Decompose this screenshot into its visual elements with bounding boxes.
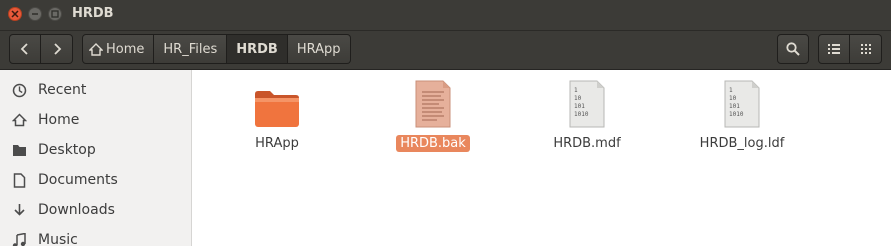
list-view-button[interactable] xyxy=(818,34,850,64)
sidebar-item-label: Documents xyxy=(38,172,118,188)
view-toggle-group xyxy=(818,34,882,64)
window-title: HRDB xyxy=(72,6,114,21)
folder-icon xyxy=(11,142,27,158)
sidebar-item-documents[interactable]: Documents xyxy=(0,165,191,195)
list-view-icon xyxy=(828,44,840,54)
grid-view-icon xyxy=(860,44,871,54)
svg-text:1: 1 xyxy=(574,87,578,94)
file-name: HRDB.bak xyxy=(396,135,470,152)
download-icon xyxy=(11,202,27,218)
svg-text:101: 101 xyxy=(729,103,740,110)
binary-file-icon: 1 10 101 1010 xyxy=(567,78,607,128)
file-name: HRApp xyxy=(255,136,299,151)
svg-text:1010: 1010 xyxy=(729,111,744,118)
sidebar-item-label: Downloads xyxy=(38,202,115,218)
breadcrumb: Home HR_Files HRDB HRApp xyxy=(82,34,351,64)
clock-icon xyxy=(11,82,27,98)
file-item-hrapp[interactable]: HRApp xyxy=(217,78,337,152)
breadcrumb-hr-files[interactable]: HR_Files xyxy=(154,34,228,64)
breadcrumb-hrdb[interactable]: HRDB xyxy=(227,34,288,64)
places-sidebar: Recent Home Desktop Documents Downloads xyxy=(0,70,192,246)
file-item-hrdb-log-ldf[interactable]: 1 10 101 1010 HRDB_log.ldf xyxy=(682,78,802,152)
breadcrumb-label: HR_Files xyxy=(163,41,218,57)
title-bar: HRDB xyxy=(0,0,891,31)
breadcrumb-hrapp[interactable]: HRApp xyxy=(287,34,351,64)
svg-text:101: 101 xyxy=(574,103,585,110)
svg-text:10: 10 xyxy=(574,95,582,102)
file-name: HRDB.mdf xyxy=(553,136,621,151)
sidebar-item-label: Home xyxy=(38,112,80,128)
search-icon xyxy=(786,42,800,56)
sidebar-item-label: Music xyxy=(38,232,78,246)
text-file-icon xyxy=(413,78,453,128)
svg-text:10: 10 xyxy=(729,95,737,102)
sidebar-item-downloads[interactable]: Downloads xyxy=(0,195,191,225)
search-group xyxy=(777,34,809,64)
svg-text:1010: 1010 xyxy=(574,111,589,118)
navigation-buttons xyxy=(9,34,73,64)
sidebar-item-recent[interactable]: Recent xyxy=(0,75,191,105)
close-icon xyxy=(11,10,19,18)
sidebar-item-label: Desktop xyxy=(38,142,96,158)
breadcrumb-label: HRDB xyxy=(236,41,278,57)
forward-button[interactable] xyxy=(41,34,73,64)
sidebar-item-home[interactable]: Home xyxy=(0,105,191,135)
music-icon xyxy=(11,232,27,246)
toolbar: Home HR_Files HRDB HRApp xyxy=(0,31,891,70)
breadcrumb-label: HRApp xyxy=(296,41,341,57)
breadcrumb-home[interactable]: Home xyxy=(82,34,155,64)
binary-file-icon: 1 10 101 1010 xyxy=(722,78,762,128)
breadcrumb-label: Home xyxy=(106,41,145,57)
minimize-window-button[interactable] xyxy=(28,7,42,21)
file-manager-window: HRDB Home HR_Files HRDB HRApp Recent Hom… xyxy=(0,0,891,246)
maximize-icon xyxy=(51,10,59,18)
home-icon xyxy=(89,42,103,56)
file-item-hrdb-mdf[interactable]: 1 10 101 1010 HRDB.mdf xyxy=(527,78,647,152)
maximize-window-button[interactable] xyxy=(48,7,62,21)
home-icon xyxy=(11,112,27,128)
search-button[interactable] xyxy=(777,34,809,64)
document-icon xyxy=(11,172,27,188)
close-window-button[interactable] xyxy=(8,7,22,21)
back-button[interactable] xyxy=(9,34,41,64)
sidebar-item-desktop[interactable]: Desktop xyxy=(0,135,191,165)
chevron-left-icon xyxy=(20,43,28,55)
sidebar-item-music[interactable]: Music xyxy=(0,225,191,246)
minimize-icon xyxy=(32,13,38,15)
svg-text:1: 1 xyxy=(729,87,733,94)
sidebar-item-label: Recent xyxy=(38,82,87,98)
folder-icon xyxy=(253,78,301,128)
file-item-hrdb-bak[interactable]: HRDB.bak xyxy=(373,78,493,152)
file-name: HRDB_log.ldf xyxy=(699,136,785,151)
chevron-right-icon xyxy=(53,43,61,55)
grid-view-button[interactable] xyxy=(850,34,882,64)
file-view: HRApp HRDB.bak 1 10 101 1010 HRDB.mdf 1 … xyxy=(192,70,891,246)
